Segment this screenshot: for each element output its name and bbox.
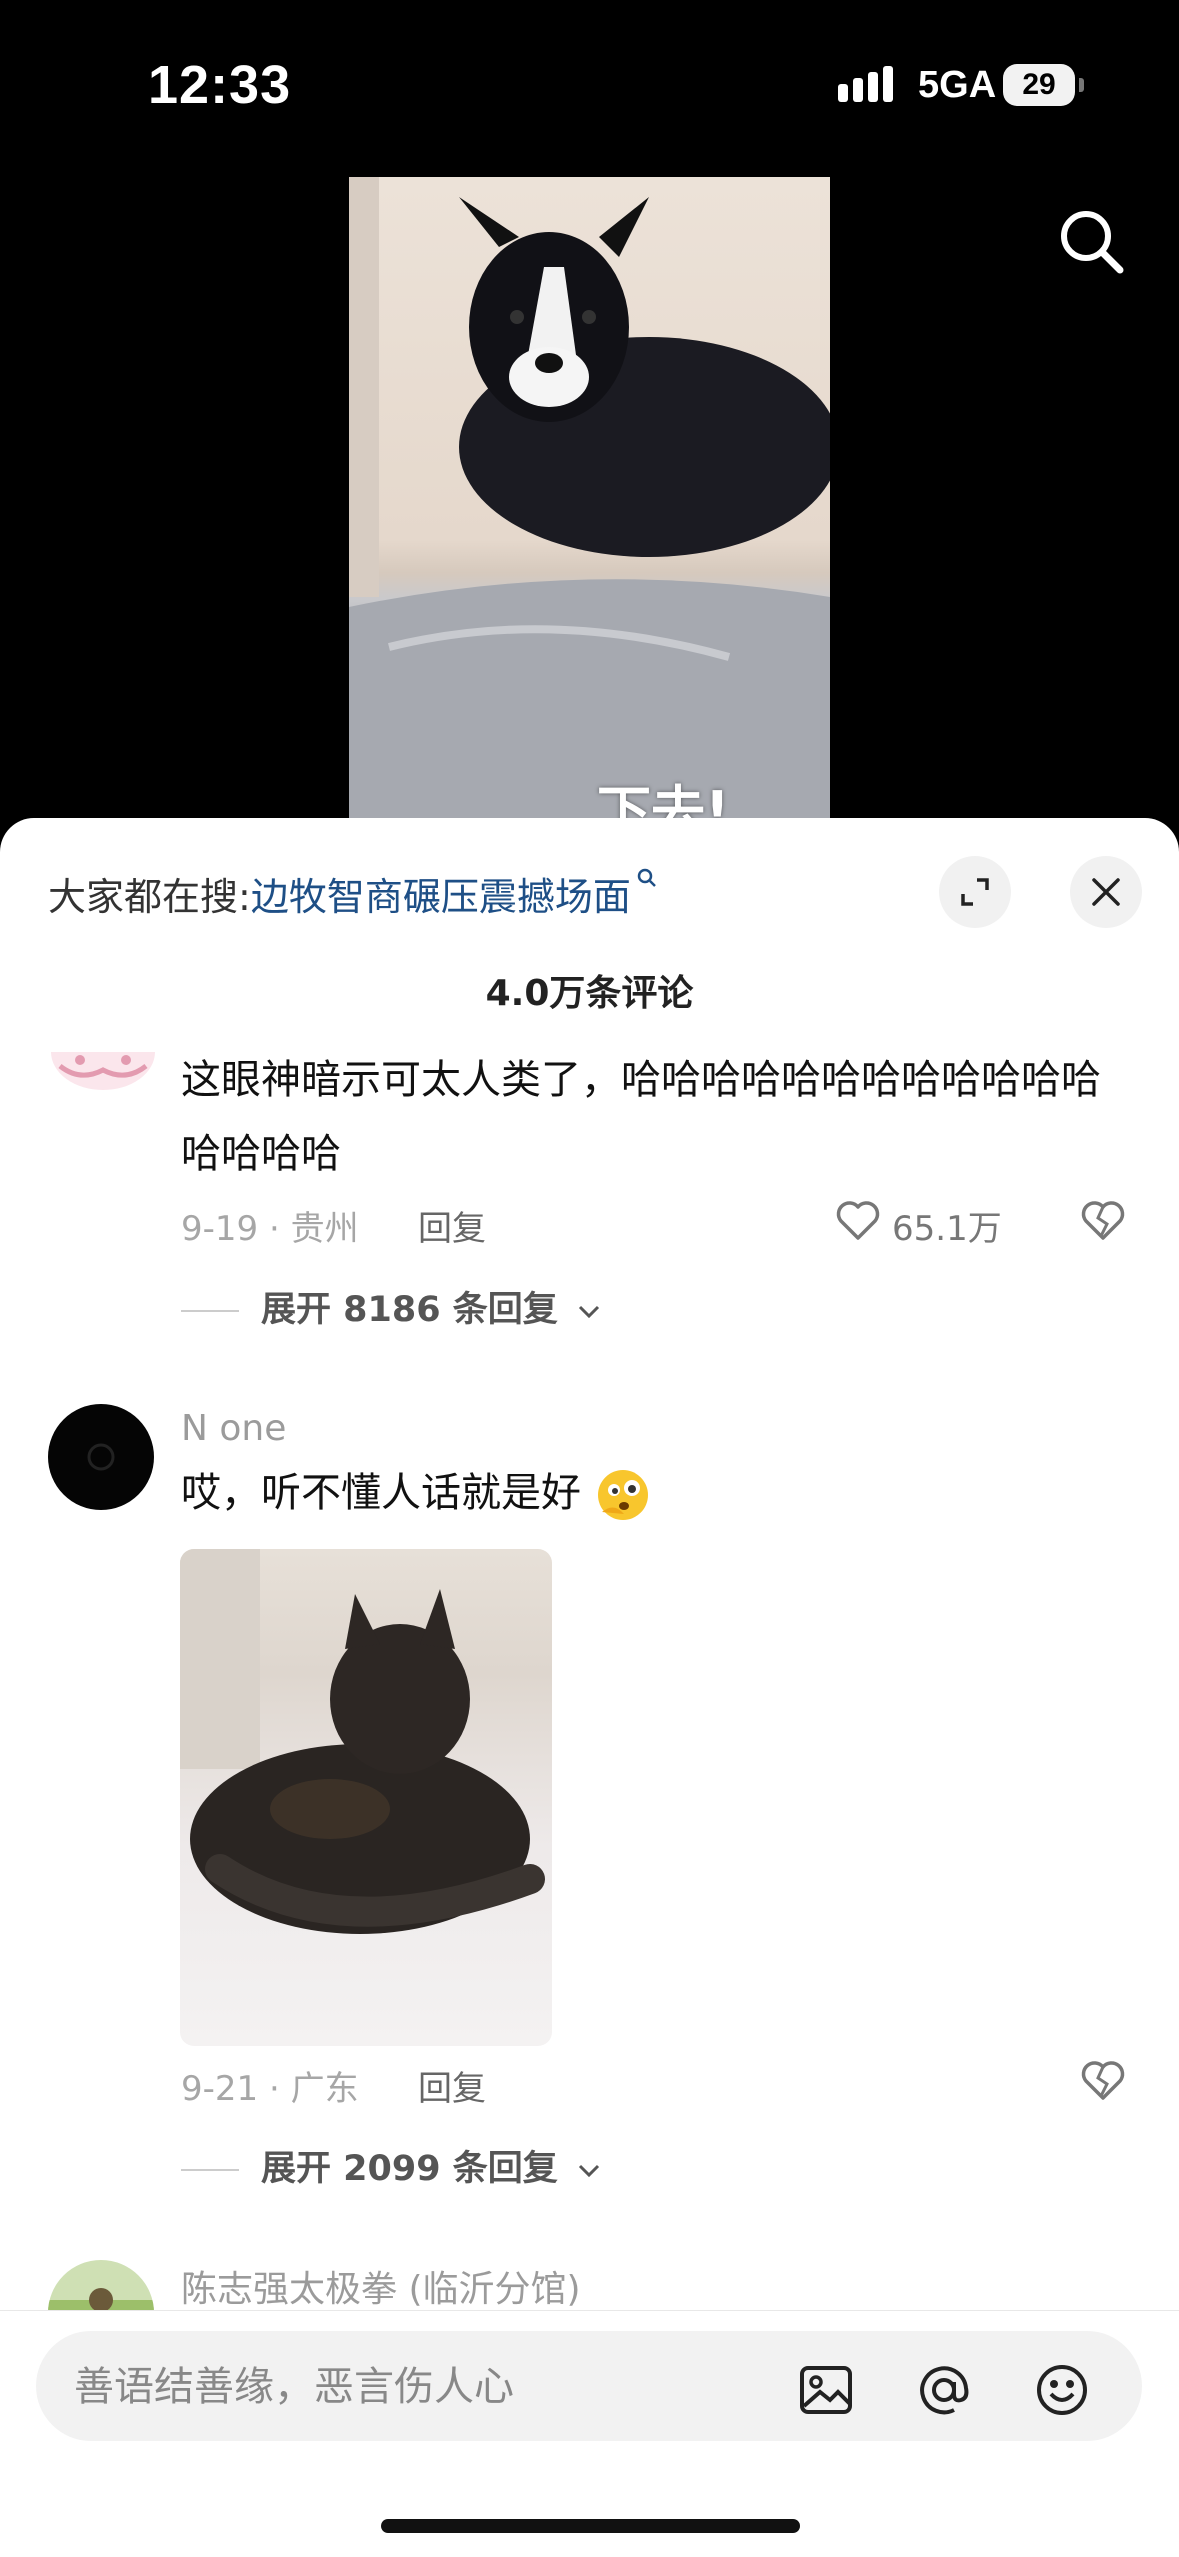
dislike-icon[interactable] <box>1080 2058 1126 2102</box>
dog-illustration <box>349 197 830 837</box>
network-type: 5GA <box>918 64 997 106</box>
status-bar: 12:33 5GA 29 <box>0 0 1179 170</box>
comment-date-location: 9-21 · 广东 <box>181 2069 359 2109</box>
comment-text: 哎，听不懂人话就是好 <box>181 1465 652 1524</box>
video-player[interactable]: 下去! <box>349 177 830 837</box>
comment-panel: 大家都在搜:边牧智商碾压震撼场面 4.0万条评论 这眼神暗示可太人类了，哈哈哈哈… <box>0 818 1179 2556</box>
chevron-down-icon <box>578 1305 600 1319</box>
comment-text-content: 哎，听不懂人话就是好 <box>181 1470 581 1516</box>
close-button[interactable] <box>1070 856 1142 928</box>
comment-date-location: 9-19 · 贵州 <box>181 1209 359 1249</box>
search-icon[interactable] <box>1052 202 1132 282</box>
avatar[interactable] <box>50 1052 156 1092</box>
avatar[interactable] <box>48 1404 154 1510</box>
comment-image[interactable] <box>180 1549 552 2046</box>
mention-icon[interactable] <box>916 2362 972 2418</box>
close-icon <box>1092 878 1120 906</box>
comment-input-box[interactable] <box>36 2331 1142 2443</box>
divider-line <box>181 1310 239 1312</box>
hot-search-term[interactable]: 边牧智商碾压震撼场面 <box>251 875 631 919</box>
expand-button[interactable] <box>939 856 1011 928</box>
reply-button[interactable]: 回复 <box>418 2061 486 2110</box>
chevron-down-icon <box>578 2164 600 2178</box>
divider-line <box>181 2169 239 2171</box>
like-count: 65.1万 <box>892 1209 1002 1249</box>
comment-text: 这眼神暗示可太人类了，哈哈哈哈哈哈哈哈哈哈哈哈哈哈哈哈 <box>181 1057 1101 1177</box>
battery-level: 29 <box>1003 64 1075 106</box>
expand-replies-button[interactable]: 展开 8186 条回复 <box>181 1281 602 1332</box>
comment-count: 4.0万条评论 <box>485 973 694 1014</box>
battery-tip <box>1079 78 1084 92</box>
reply-button[interactable]: 回复 <box>418 1201 486 1250</box>
home-indicator[interactable] <box>381 2519 800 2533</box>
expand-replies-label: 展开 8186 条回复 <box>261 1290 558 1330</box>
username[interactable]: 陈志强太极拳 (临沂分馆) <box>181 2260 581 2312</box>
image-icon[interactable] <box>798 2362 854 2418</box>
comment-input[interactable] <box>72 2331 816 2443</box>
status-time: 12:33 <box>148 55 292 115</box>
expand-replies-label: 展开 2099 条回复 <box>261 2149 558 2189</box>
expand-replies-button[interactable]: 展开 2099 条回复 <box>181 2140 602 2191</box>
emoji-icon[interactable] <box>1034 2362 1090 2418</box>
username[interactable]: N one <box>181 1408 286 1449</box>
cat-illustration <box>180 1549 545 1934</box>
dislike-icon[interactable] <box>1080 1198 1126 1242</box>
like-icon[interactable] <box>835 1198 881 1242</box>
hot-search-prefix: 大家都在搜: <box>48 875 251 919</box>
search-mini-icon <box>637 868 656 887</box>
expand-icon <box>961 878 989 906</box>
hot-search-bar[interactable]: 大家都在搜:边牧智商碾压震撼场面 <box>48 866 659 921</box>
signal-icon <box>838 66 893 102</box>
thinking-emoji-icon <box>597 1470 648 1520</box>
